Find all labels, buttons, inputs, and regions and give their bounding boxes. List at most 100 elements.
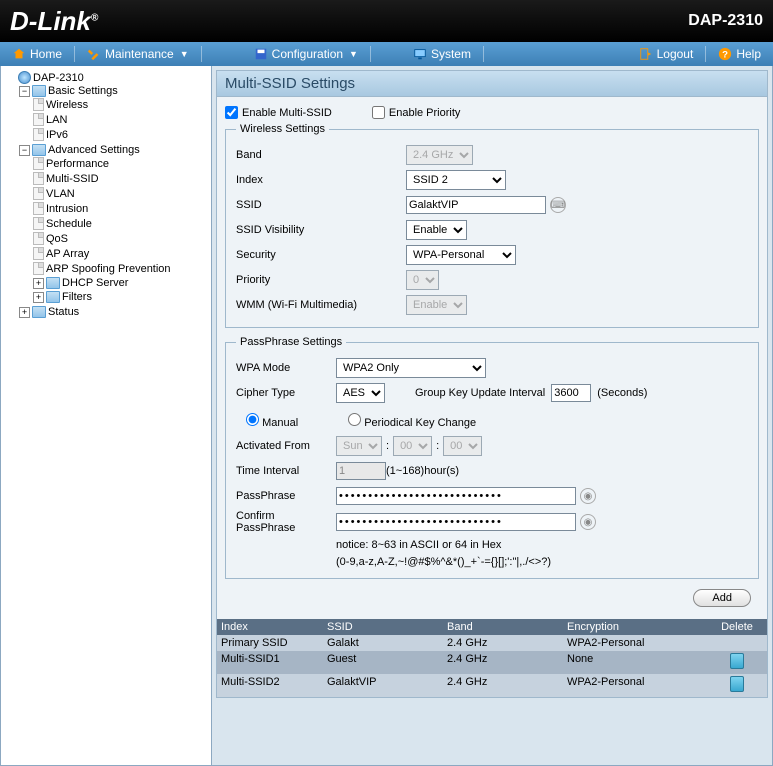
enable-multi-ssid-label: Enable Multi-SSID <box>242 107 332 119</box>
enable-priority-checkbox[interactable] <box>372 106 385 119</box>
menu-configuration[interactable]: Configuration▼ <box>242 42 370 66</box>
sidebar: DAP-2310 −Basic Settings Wireless LAN IP… <box>0 66 212 766</box>
model-label: DAP-2310 <box>688 12 763 30</box>
tools-icon <box>87 47 101 61</box>
wpa-mode-select[interactable]: WPA2 Only <box>336 358 486 378</box>
page-icon <box>33 232 44 245</box>
tree-schedule[interactable]: Schedule <box>33 217 207 230</box>
tree-basic-settings[interactable]: −Basic Settings <box>19 85 207 97</box>
tree-vlan[interactable]: VLAN <box>33 187 207 200</box>
globe-icon <box>18 71 31 84</box>
delete-icon[interactable] <box>730 653 744 669</box>
reveal-icon[interactable]: ◉ <box>580 488 596 504</box>
help-icon: ? <box>718 47 732 61</box>
index-select[interactable]: SSID 2 <box>406 170 506 190</box>
notice-line-1: notice: 8~63 in ASCII or 64 in Hex <box>336 537 748 554</box>
page-icon <box>33 202 44 215</box>
table-row[interactable]: Multi-SSID2GalaktVIP2.4 GHzWPA2-Personal <box>217 674 767 697</box>
page-icon <box>33 113 44 126</box>
page-icon <box>33 128 44 141</box>
add-button[interactable]: Add <box>693 589 751 607</box>
activated-day-select: Sun <box>336 436 382 456</box>
tree-multi-ssid[interactable]: Multi-SSID <box>33 172 207 185</box>
folder-icon <box>32 85 46 97</box>
passphrase-settings-fieldset: PassPhrase Settings WPA Mode WPA2 Only C… <box>225 336 759 579</box>
menu-help[interactable]: ? Help <box>706 42 773 66</box>
tree-lan[interactable]: LAN <box>33 113 207 126</box>
save-icon <box>254 47 268 61</box>
group-key-interval-input[interactable] <box>551 384 591 402</box>
collapse-icon[interactable]: − <box>19 145 30 156</box>
svg-text:?: ? <box>722 50 728 61</box>
tree-ipv6[interactable]: IPv6 <box>33 128 207 141</box>
tree-qos[interactable]: QoS <box>33 232 207 245</box>
collapse-icon[interactable]: − <box>19 86 30 97</box>
enable-multi-ssid-checkbox[interactable] <box>225 106 238 119</box>
keyboard-icon[interactable]: ⌨ <box>550 197 566 213</box>
priority-label: Priority <box>236 274 406 286</box>
menu-system[interactable]: System <box>401 42 483 66</box>
reveal-icon[interactable]: ◉ <box>580 514 596 530</box>
folder-icon <box>32 144 46 156</box>
ssid-visibility-select[interactable]: Enable <box>406 220 467 240</box>
page-icon <box>33 172 44 185</box>
wpa-mode-label: WPA Mode <box>236 362 336 374</box>
page-icon <box>33 247 44 260</box>
folder-icon <box>46 277 60 289</box>
table-header: Index SSID Band Encryption Delete <box>217 619 767 635</box>
menu-maintenance[interactable]: Maintenance▼ <box>75 42 201 66</box>
tree-wireless[interactable]: Wireless <box>33 98 207 111</box>
priority-select: 0 <box>406 270 439 290</box>
expand-icon[interactable]: + <box>33 278 44 289</box>
ssid-visibility-label: SSID Visibility <box>236 224 406 236</box>
ssid-label: SSID <box>236 199 406 211</box>
folder-icon <box>46 291 60 303</box>
expand-icon[interactable]: + <box>19 307 30 318</box>
tree-filters[interactable]: +Filters <box>33 291 207 303</box>
tree-performance[interactable]: Performance <box>33 157 207 170</box>
group-key-interval-label: Group Key Update Interval <box>415 387 545 399</box>
page-icon <box>33 98 44 111</box>
table-row[interactable]: Primary SSIDGalakt2.4 GHzWPA2-Personal <box>217 635 767 651</box>
security-select[interactable]: WPA-Personal <box>406 245 516 265</box>
menu-logout[interactable]: Logout <box>627 42 706 66</box>
manual-radio[interactable] <box>246 413 259 426</box>
delete-icon[interactable] <box>730 676 744 692</box>
enable-priority-label: Enable Priority <box>389 107 461 119</box>
tree-advanced-settings[interactable]: −Advanced Settings <box>19 144 207 156</box>
passphrase-settings-legend: PassPhrase Settings <box>236 336 346 348</box>
page-icon <box>33 187 44 200</box>
tree-status[interactable]: +Status <box>19 306 207 318</box>
time-interval-input <box>336 462 386 480</box>
activated-hour-select: 00 <box>393 436 432 456</box>
confirm-passphrase-input[interactable] <box>336 513 576 531</box>
ssid-input[interactable] <box>406 196 546 214</box>
folder-icon <box>32 306 46 318</box>
tree-intrusion[interactable]: Intrusion <box>33 202 207 215</box>
passphrase-label: PassPhrase <box>236 490 336 502</box>
security-label: Security <box>236 249 406 261</box>
tree-dhcp-server[interactable]: +DHCP Server <box>33 277 207 289</box>
seconds-label: (Seconds) <box>597 387 647 399</box>
band-select: 2.4 GHz <box>406 145 473 165</box>
notice-line-2: (0-9,a-z,A-Z,~!@#$%^&*()_+`-={}[];':"|,.… <box>336 554 748 571</box>
page-icon <box>33 157 44 170</box>
ssid-table: Index SSID Band Encryption Delete Primar… <box>217 619 767 697</box>
tree-arp-spoofing[interactable]: ARP Spoofing Prevention <box>33 262 207 275</box>
brand-logo: D-Link® <box>10 6 98 37</box>
wmm-select: Enable <box>406 295 467 315</box>
menu-home[interactable]: Home <box>0 42 74 66</box>
tree-root[interactable]: DAP-2310 <box>5 71 207 84</box>
page-icon <box>33 217 44 230</box>
index-label: Index <box>236 174 406 186</box>
main-content: Multi-SSID Settings Enable Multi-SSID En… <box>212 66 773 766</box>
passphrase-input[interactable] <box>336 487 576 505</box>
logout-icon <box>639 47 653 61</box>
cipher-type-select[interactable]: AES <box>336 383 385 403</box>
periodical-radio[interactable] <box>348 413 361 426</box>
monitor-icon <box>413 47 427 61</box>
table-row[interactable]: Multi-SSID1Guest2.4 GHzNone <box>217 651 767 674</box>
expand-icon[interactable]: + <box>33 292 44 303</box>
header: D-Link® DAP-2310 <box>0 0 773 42</box>
tree-ap-array[interactable]: AP Array <box>33 247 207 260</box>
